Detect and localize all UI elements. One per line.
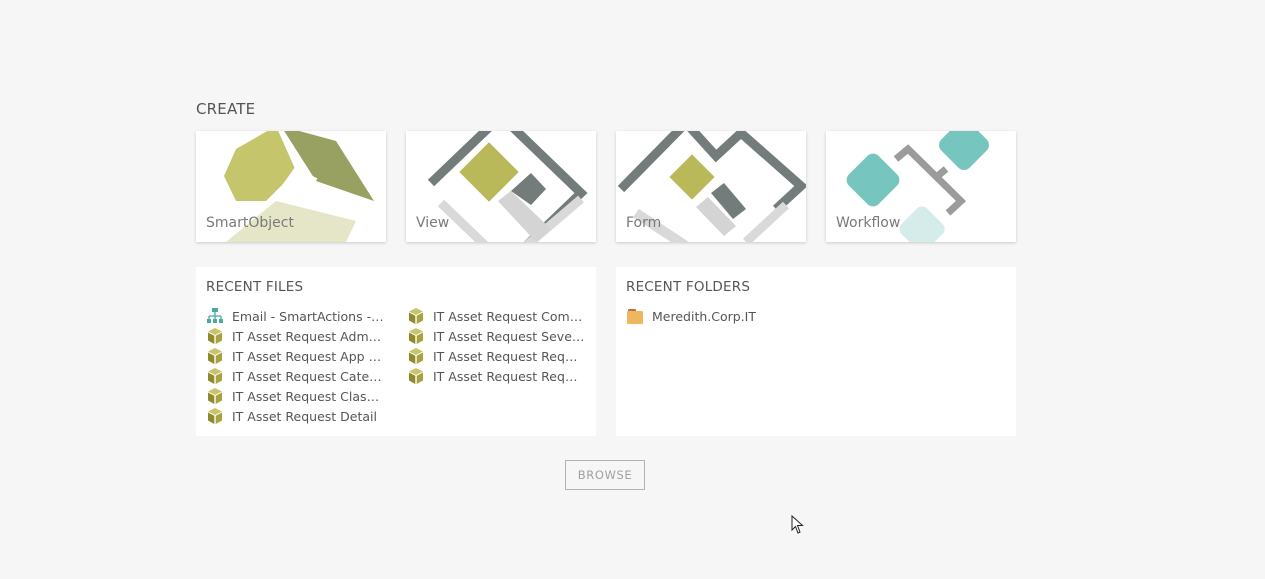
smartobject-file-icon	[208, 348, 222, 364]
recent-file-label: IT Asset Request Requests	[433, 368, 585, 384]
tile-label: View	[416, 215, 450, 231]
recent-file-label: Email - SmartActions - Test	[232, 308, 384, 324]
recent-file-label: IT Asset Request Detail	[232, 408, 378, 424]
recent-file-item[interactable]: IT Asset Request Requester	[407, 347, 589, 365]
recent-file-label: IT Asset Request Comments	[433, 308, 585, 324]
smartobject-file-icon	[208, 328, 222, 344]
home-page: CREATE SmartObject View Form Workflow RE…	[0, 0, 1265, 579]
create-form-tile[interactable]: Form	[616, 131, 806, 242]
create-smartobject-tile[interactable]: SmartObject	[196, 131, 386, 242]
recent-folders-panel: RECENT FOLDERS Meredith.Corp.IT	[616, 267, 1016, 436]
create-view-tile[interactable]: View	[406, 131, 596, 242]
tile-label: SmartObject	[206, 215, 294, 231]
tile-label: Form	[626, 215, 662, 231]
recent-file-item[interactable]: IT Asset Request Comments	[407, 307, 589, 325]
smartobject-file-icon	[208, 388, 222, 404]
recent-file-label: IT Asset Request Administrator	[232, 328, 384, 344]
recent-file-item[interactable]: IT Asset Request Detail	[206, 407, 386, 425]
recent-file-item[interactable]: IT Asset Request Classification	[206, 387, 386, 405]
recent-file-item[interactable]: IT Asset Request Category	[206, 367, 386, 385]
recent-files-title: RECENT FILES	[206, 279, 304, 295]
smartobject-file-icon	[409, 308, 423, 324]
recent-file-item[interactable]: IT Asset Request Administrator	[206, 327, 386, 345]
recent-file-label: IT Asset Request Category	[232, 368, 384, 384]
recent-file-label: IT Asset Request App Settings	[232, 348, 384, 364]
recent-file-item[interactable]: IT Asset Request Requests	[407, 367, 589, 385]
create-workflow-tile[interactable]: Workflow	[826, 131, 1016, 242]
recent-file-label: IT Asset Request Severity	[433, 328, 585, 344]
recent-file-label: IT Asset Request Classification	[232, 388, 384, 404]
recent-folder-label: Meredith.Corp.IT	[652, 308, 756, 324]
recent-file-item[interactable]: IT Asset Request App Settings	[206, 347, 386, 365]
tile-label: Workflow	[836, 215, 901, 231]
workflow-file-icon	[207, 308, 223, 323]
create-section-title: CREATE	[196, 100, 256, 118]
smartobject-file-icon	[208, 368, 222, 384]
smartobject-file-icon	[208, 408, 222, 424]
smartobject-file-icon	[409, 368, 423, 384]
smartobject-file-icon	[409, 348, 423, 364]
recent-file-item[interactable]: IT Asset Request Severity	[407, 327, 589, 345]
recent-folder-item[interactable]: Meredith.Corp.IT	[626, 307, 756, 325]
recent-file-label: IT Asset Request Requester	[433, 348, 585, 364]
browse-button[interactable]: BROWSE	[565, 460, 645, 490]
recent-files-panel: RECENT FILES Email - SmartActions - Test…	[196, 267, 596, 436]
recent-file-item[interactable]: Email - SmartActions - Test	[206, 307, 386, 325]
folder-icon	[627, 309, 643, 324]
mouse-cursor-icon	[791, 515, 804, 534]
recent-folders-title: RECENT FOLDERS	[626, 279, 751, 295]
smartobject-file-icon	[409, 328, 423, 344]
